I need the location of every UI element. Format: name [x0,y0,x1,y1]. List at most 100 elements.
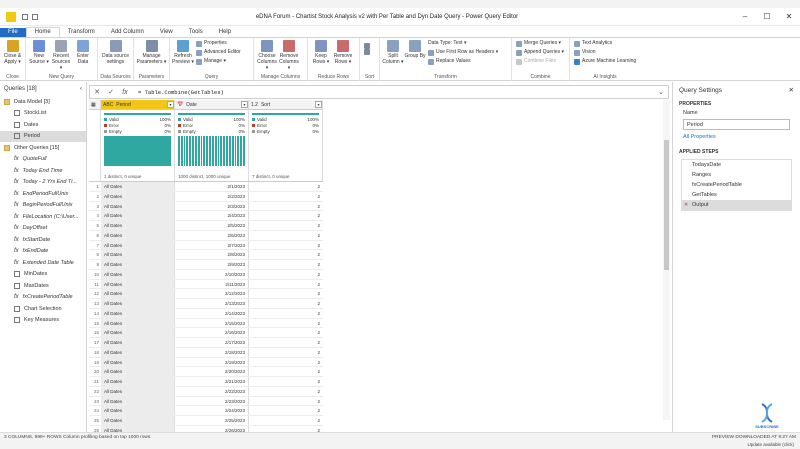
table-cell[interactable]: 2 [249,241,323,250]
merge-queries-button[interactable]: Merge Queries ▾ [516,39,564,48]
table-cell[interactable]: 2/23/2023 [175,396,249,406]
table-cell[interactable]: 2/25/2023 [175,416,249,425]
table-cell[interactable]: 2 [249,406,323,415]
cancel-formula-icon[interactable]: ✕ [90,88,104,96]
table-cell[interactable]: All Dates [101,182,175,191]
table-cell[interactable]: 2/6/2023 [175,230,249,240]
table-cell[interactable]: 2/8/2023 [175,250,249,259]
minimize-icon[interactable]: – [734,12,756,21]
close-apply-button[interactable]: Close & Apply ▾ [2,39,23,73]
table-cell[interactable]: 2/24/2023 [175,406,249,415]
table-cell[interactable]: All Dates [101,279,175,289]
table-cell[interactable]: 2/21/2023 [175,377,249,386]
query-item[interactable]: Period [0,130,86,142]
table-cell[interactable]: 2 [249,211,323,220]
split-column-button[interactable]: Split Column ▾ [382,39,404,73]
table-row[interactable]: 12 All Dates 2/12/2023 2 [89,289,323,299]
table-cell[interactable]: 2/19/2023 [175,357,249,367]
table-cell[interactable]: All Dates [101,240,175,250]
azure-ml-button[interactable]: Azure Machine Learning [574,57,636,66]
keep-rows-button[interactable]: Keep Rows ▾ [310,39,332,73]
table-cell[interactable]: All Dates [101,416,175,425]
text-analytics-button[interactable]: Text Analytics [574,39,636,48]
query-item[interactable]: fx DayOffset [0,223,86,235]
table-cell[interactable]: 2/15/2023 [175,318,249,328]
table-row[interactable]: 20 All Dates 2/20/2023 2 [89,367,323,377]
table-row[interactable]: 14 All Dates 2/14/2023 2 [89,308,323,319]
tab-file[interactable]: File [0,28,26,37]
table-cell[interactable]: All Dates [101,201,175,211]
table-cell[interactable]: All Dates [101,328,175,337]
table-row[interactable]: 4 All Dates 2/4/2023 2 [89,211,323,221]
query-item[interactable]: fx Today - 2 Yrs End Ti... [0,177,86,189]
table-menu-icon[interactable]: ▦ [89,100,101,110]
combine-files-button[interactable]: Combine Files [516,57,564,66]
query-item[interactable]: fx BeginPeriodFullUnix [0,200,86,212]
collapse-pane-icon[interactable]: ‹ [80,86,82,92]
table-cell[interactable]: 2/5/2023 [175,221,249,230]
table-row[interactable]: 8 All Dates 2/8/2023 2 [89,250,323,260]
vertical-scrollbar[interactable] [663,100,670,420]
table-cell[interactable]: 2/14/2023 [175,308,249,318]
query-item[interactable]: Data Model [3] [0,96,86,108]
table-cell[interactable]: All Dates [101,289,175,298]
query-item[interactable]: Other Queries [15] [0,142,86,154]
remove-columns-button[interactable]: Remove Columns ▾ [278,39,300,73]
table-cell[interactable]: 2 [249,280,323,289]
table-cell[interactable]: 2 [249,397,323,406]
expand-formula-icon[interactable]: ⌄ [654,88,668,96]
table-row[interactable]: 9 All Dates 2/9/2023 2 [89,260,323,270]
table-cell[interactable]: 2 [249,270,323,279]
table-cell[interactable]: 2/4/2023 [175,211,249,220]
refresh-preview-button[interactable]: Refresh Preview ▾ [172,39,194,73]
enter-data-button[interactable]: Enter Data [72,39,94,73]
query-item[interactable]: StockList [0,108,86,120]
table-cell[interactable]: All Dates [101,191,175,201]
table-row[interactable]: 25 All Dates 2/25/2023 2 [89,416,323,426]
close-icon[interactable]: ✕ [778,12,800,21]
scrollbar-thumb[interactable] [664,140,669,270]
query-item[interactable]: Dates [0,119,86,131]
save-icon[interactable] [22,13,28,20]
filter-dropdown-icon[interactable]: ▾ [241,101,248,108]
query-item[interactable]: Key Measures [0,315,86,327]
table-cell[interactable]: All Dates [101,308,175,318]
advanced-editor-button[interactable]: Advanced Editor [196,48,241,57]
table-cell[interactable]: 2 [249,309,323,318]
query-item[interactable]: MaxDates [0,280,86,292]
table-row[interactable]: 6 All Dates 2/6/2023 2 [89,230,323,241]
table-cell[interactable]: 2 [249,387,323,396]
table-cell[interactable]: All Dates [101,211,175,220]
table-cell[interactable]: All Dates [101,386,175,396]
table-row[interactable]: 15 All Dates 2/15/2023 2 [89,318,323,329]
table-cell[interactable]: 2/18/2023 [175,347,249,357]
table-cell[interactable]: 2/1/2023 [175,182,249,191]
append-queries-button[interactable]: Append Queries ▾ [516,48,564,57]
new-source-button[interactable]: New Source ▾ [28,39,50,73]
table-cell[interactable]: 2 [249,221,323,230]
query-item[interactable]: Chart Selection [0,303,86,315]
table-cell[interactable]: All Dates [101,406,175,415]
table-row[interactable]: 3 All Dates 2/3/2023 2 [89,201,323,212]
column-type-icon[interactable]: ABC [103,102,113,108]
table-cell[interactable]: All Dates [101,338,175,347]
table-row[interactable]: 13 All Dates 2/13/2023 2 [89,299,323,309]
formula-input[interactable]: = Table.Combine(GetTables) [132,89,654,96]
table-cell[interactable]: 2/3/2023 [175,201,249,211]
table-cell[interactable]: 2 [249,338,323,347]
applied-step[interactable]: Ranges [682,170,791,180]
table-row[interactable]: 1 All Dates 2/1/2023 2 [89,182,323,192]
table-cell[interactable]: 2 [249,358,323,367]
column-header[interactable]: 📅 Date ▾ [175,100,249,110]
table-cell[interactable]: 2/11/2023 [175,279,249,289]
table-cell[interactable]: All Dates [101,221,175,230]
table-cell[interactable]: 2 [249,367,323,376]
table-row[interactable]: 2 All Dates 2/2/2023 2 [89,191,323,202]
replace-values-button[interactable]: Replace Values [428,57,498,66]
table-row[interactable]: 7 All Dates 2/7/2023 2 [89,240,323,251]
all-properties-link[interactable]: All Properties [673,132,800,142]
close-settings-icon[interactable]: ✕ [789,86,794,94]
table-cell[interactable]: 2 [249,377,323,386]
table-cell[interactable]: All Dates [101,357,175,367]
table-cell[interactable]: 2/17/2023 [175,338,249,347]
